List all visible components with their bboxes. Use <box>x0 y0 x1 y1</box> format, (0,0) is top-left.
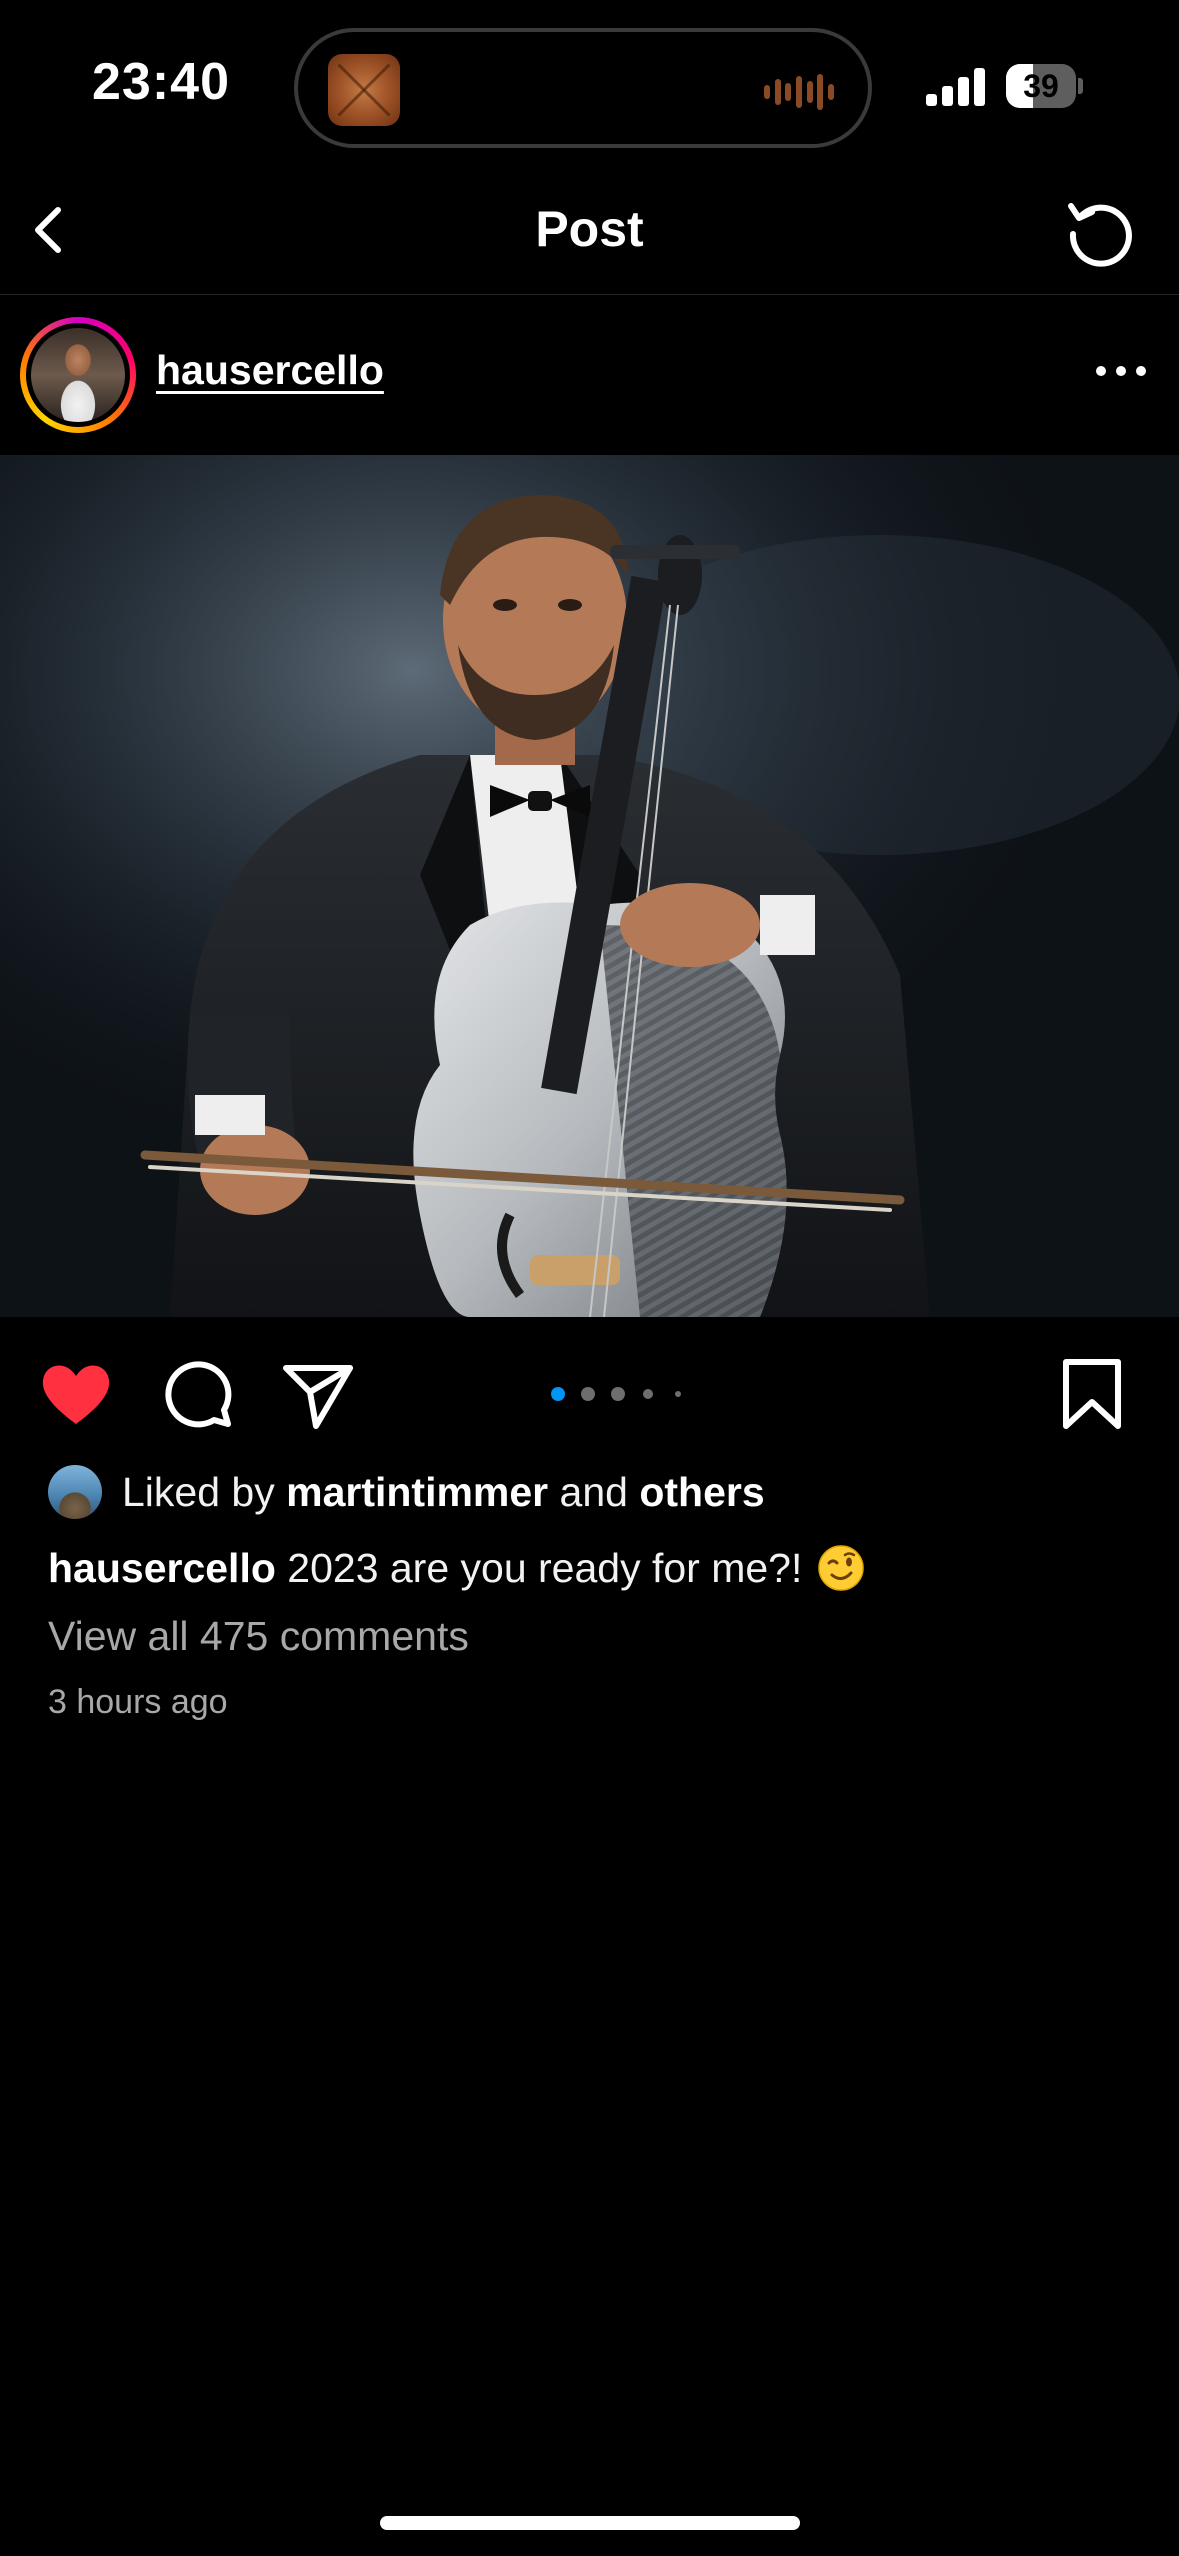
likes-summary[interactable]: Liked by martintimmer and others <box>48 1462 765 1522</box>
caption-text-line: hausercello 2023 are you ready for me?! <box>48 1538 802 1598</box>
post-photo <box>0 455 1179 1317</box>
post-actions <box>0 1330 1179 1450</box>
more-options-button[interactable] <box>1093 351 1149 391</box>
navigation-header: Post <box>0 170 1179 295</box>
avatar <box>31 328 125 422</box>
wink-emoji-icon <box>818 1545 865 1591</box>
battery-icon: 39 <box>1006 64 1083 108</box>
page-title: Post <box>535 201 644 257</box>
caption: hausercello 2023 are you ready for me?! <box>48 1538 866 1598</box>
view-all-comments-link[interactable]: View all 475 comments <box>48 1608 469 1664</box>
carousel-dot <box>643 1389 653 1399</box>
story-ring[interactable] <box>20 317 136 433</box>
liker-username[interactable]: martintimmer <box>286 1469 548 1515</box>
now-playing-artwork <box>328 54 400 126</box>
refresh-button[interactable] <box>1059 190 1139 270</box>
home-indicator[interactable] <box>380 2516 800 2530</box>
carousel-dot <box>675 1391 681 1397</box>
likes-text: Liked by martintimmer and others <box>122 1462 765 1522</box>
carousel-indicator <box>0 1384 1179 1404</box>
liker-avatar <box>48 1465 102 1519</box>
refresh-icon <box>1068 203 1132 267</box>
likes-others[interactable]: others <box>639 1469 764 1515</box>
carousel-dot <box>581 1387 595 1401</box>
carousel-dot <box>551 1387 565 1401</box>
dynamic-island[interactable] <box>294 28 872 148</box>
post-header: hausercello <box>0 295 1179 455</box>
save-button[interactable] <box>1052 1354 1132 1434</box>
post-username[interactable]: hausercello <box>156 347 384 394</box>
caption-text: 2023 are you ready for me?! <box>275 1545 803 1591</box>
more-horizontal-icon <box>1096 366 1146 376</box>
likes-prefix: Liked by <box>122 1469 287 1515</box>
cellular-signal-icon <box>926 66 986 106</box>
carousel-dot <box>611 1387 625 1401</box>
battery-level: 39 <box>1023 68 1059 104</box>
post-timestamp: 3 hours ago <box>48 1683 228 1721</box>
status-time: 23:40 <box>92 53 230 111</box>
status-bar: 23:40 39 <box>0 0 1179 170</box>
audio-waveform-icon <box>764 72 834 112</box>
likes-middle: and <box>548 1469 640 1515</box>
bookmark-icon <box>1063 1359 1121 1429</box>
caption-username[interactable]: hausercello <box>48 1545 276 1591</box>
post-image[interactable] <box>0 455 1179 1317</box>
